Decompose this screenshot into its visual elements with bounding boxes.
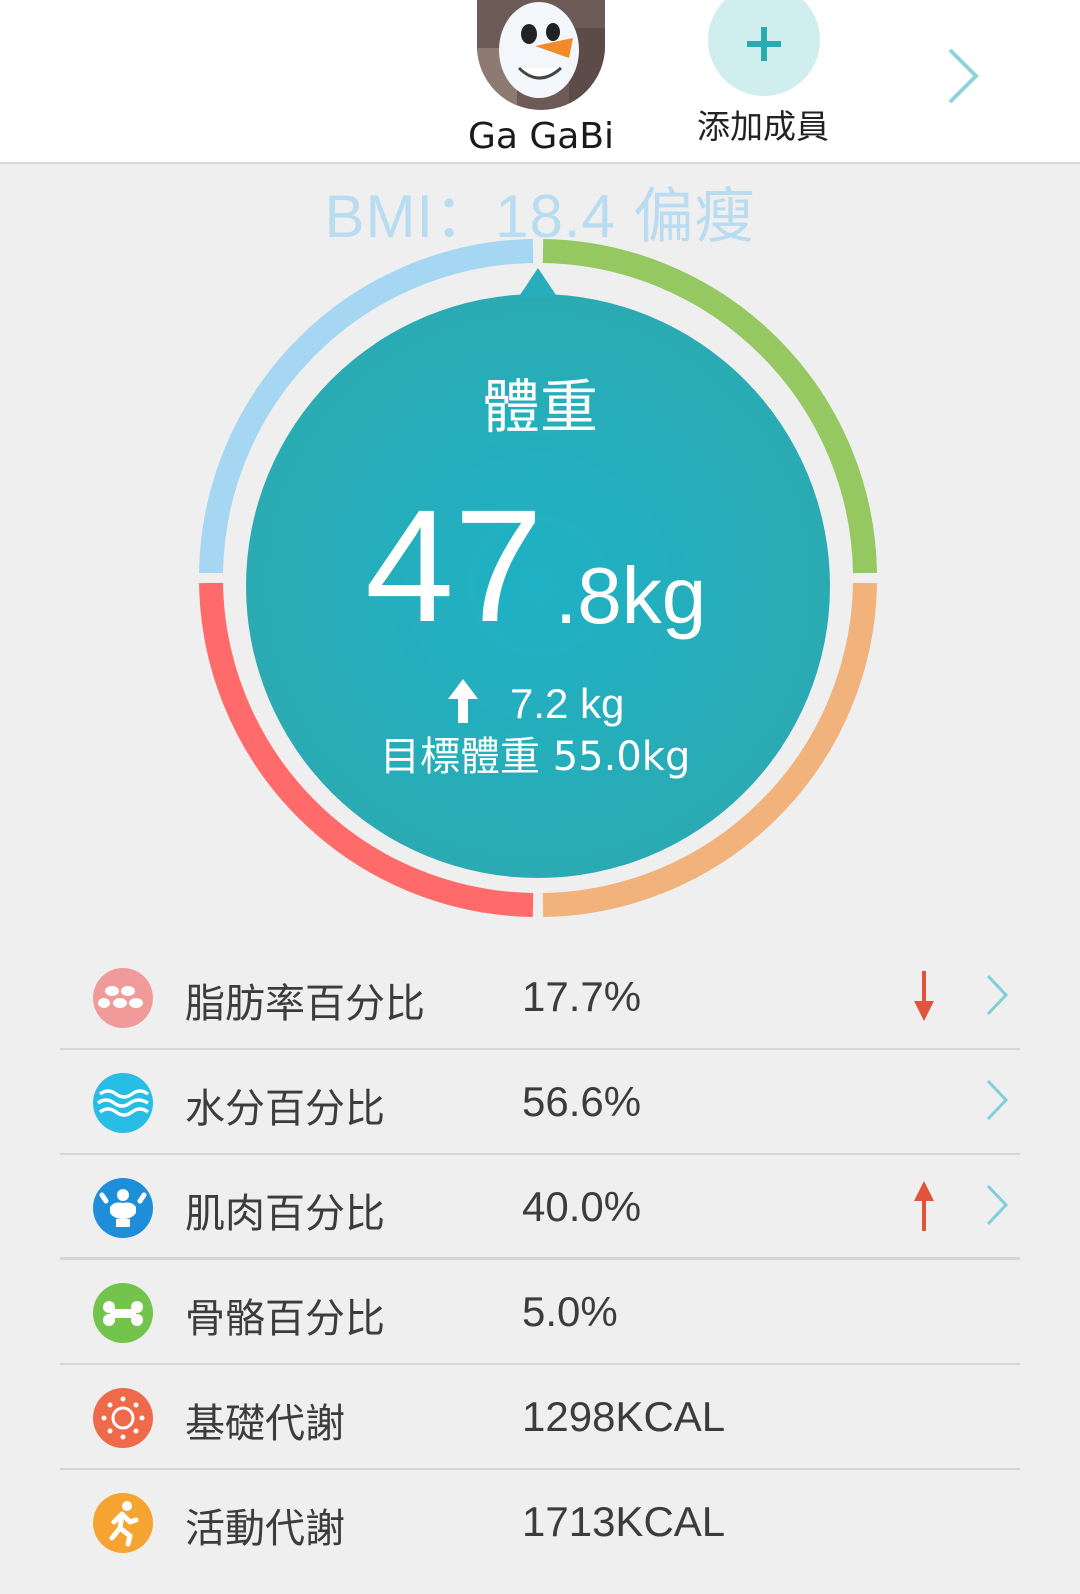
list-item: 骨骼百分比 5.0% [60,1260,1020,1365]
weight-decimal: .8kg [555,551,707,640]
list-item[interactable]: 脂肪率百分比 17.7% [60,945,1020,1050]
trend-up-icon [913,1179,935,1237]
activity-icon [92,1492,154,1554]
weight-delta: 7.2 kg [510,680,625,727]
metric-value: 1298KCAL [522,1393,726,1440]
bone-icon [92,1282,154,1344]
metric-label: 活動代謝 [185,1506,345,1552]
metric-label: 肌肉百分比 [185,1191,385,1237]
list-item: 基礎代謝 1298KCAL [60,1365,1020,1470]
weight-integer: 47 [365,476,543,655]
list-item: 活動代謝 1713KCAL [60,1470,1020,1575]
list-item[interactable]: 水分百分比 56.6% [60,1050,1020,1155]
bmi-pointer [518,268,558,298]
muscle-icon [92,1177,154,1239]
target-weight: 目標體重 55.0kg [380,734,691,780]
metric-label: 骨骼百分比 [185,1296,385,1342]
metric-value: 17.7% [522,973,642,1020]
chevron-right-icon[interactable] [985,1183,1009,1231]
trend-down-icon [913,969,935,1027]
metabolism-icon [92,1387,154,1449]
list-item[interactable]: 肌肉百分比 40.0% [60,1155,1020,1260]
metric-label: 基礎代謝 [185,1401,345,1447]
metric-label: 脂肪率百分比 [185,981,425,1027]
weight-title: 體重 [481,373,598,441]
metric-value: 1713KCAL [522,1498,726,1545]
chevron-right-icon[interactable] [985,1078,1009,1126]
water-icon [92,1072,154,1134]
fat-icon [92,967,154,1029]
up-arrow-icon [446,677,480,729]
metric-value: 56.6% [522,1078,642,1125]
metric-label: 水分百分比 [185,1086,385,1132]
chevron-right-icon[interactable] [985,973,1009,1021]
metrics-list: 脂肪率百分比 17.7% 水分百分比 56.6% 肌肉百分比 40.0% 骨骼百… [60,945,1020,1575]
metric-value: 40.0% [522,1183,642,1230]
metric-value: 5.0% [522,1288,618,1335]
